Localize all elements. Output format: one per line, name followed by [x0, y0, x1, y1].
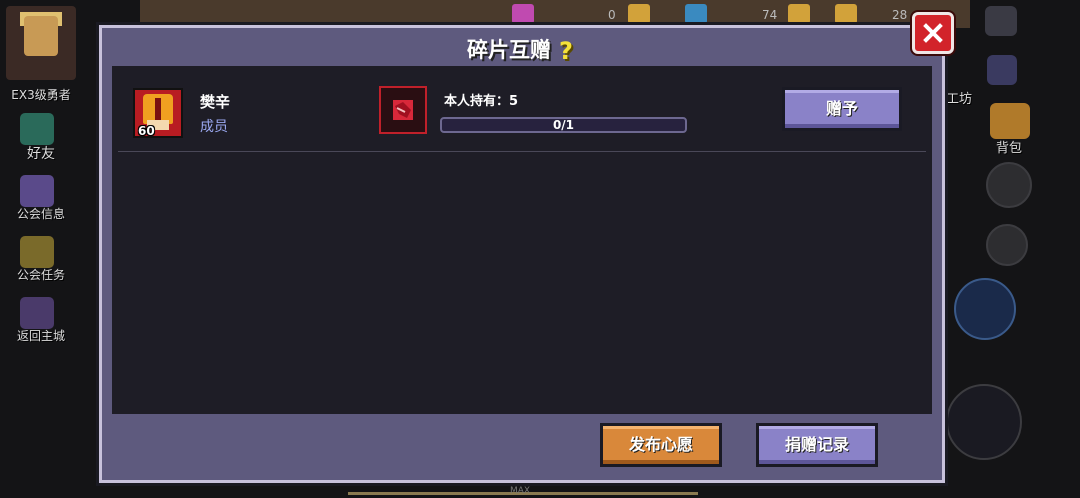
- owned-count: 本人持有：5: [444, 94, 519, 109]
- give-button[interactable]: 赠予: [782, 87, 902, 131]
- skull-icon[interactable]: [986, 224, 1028, 266]
- level-badge: 60: [138, 124, 155, 138]
- member-role: 成员: [200, 119, 228, 135]
- member-list: 60 樊辛 成员 本人持有：5 0/1 赠予: [112, 66, 932, 414]
- resource-count: 28: [892, 8, 908, 22]
- max-label: MAX: [510, 486, 531, 496]
- dialog-title-text: 碎片互赠: [467, 38, 551, 62]
- crystal-icon: [685, 4, 707, 24]
- right-sidebar: 去工坊 背包: [933, 0, 1080, 498]
- guild-info-icon[interactable]: [20, 175, 54, 207]
- player-title: EX3级勇者: [11, 88, 71, 102]
- publish-wish-button[interactable]: 发布心愿: [600, 423, 722, 467]
- friend-icon[interactable]: [20, 113, 54, 145]
- guild-task-icon[interactable]: [20, 236, 54, 268]
- list-item: 60 樊辛 成员 本人持有：5 0/1 赠予: [112, 66, 932, 151]
- backpack-label[interactable]: 背包: [996, 137, 1022, 156]
- resource-count: 74: [762, 8, 778, 22]
- dialog-title: 碎片互赠?: [102, 34, 942, 64]
- coin-icon: [835, 4, 857, 24]
- request-progress-bar: 0/1: [440, 117, 687, 133]
- coin-icon: [628, 4, 650, 24]
- fragment-shape: [393, 100, 413, 120]
- add-icon[interactable]: [986, 162, 1032, 208]
- row-divider: [118, 151, 926, 152]
- close-icon: [923, 23, 943, 43]
- progress-text: 0/1: [552, 118, 575, 132]
- grid-menu-icon[interactable]: [985, 6, 1017, 36]
- backpack-icon[interactable]: [990, 103, 1030, 139]
- return-city-label[interactable]: 返回主城: [0, 327, 82, 344]
- resource-count: 0: [608, 8, 616, 22]
- member-name: 樊辛: [200, 93, 231, 111]
- coin-icon: [788, 4, 810, 24]
- help-icon[interactable]: ?: [555, 39, 577, 63]
- chevron-right-icon[interactable]: [987, 55, 1017, 85]
- fragment-exchange-dialog: 碎片互赠? 60 樊辛 成员 本人持有：5 0/1 赠予: [99, 25, 945, 483]
- fragment-icon: [379, 86, 427, 134]
- crosshair-icon[interactable]: [954, 278, 1016, 340]
- top-resource-strip: 0 74 28: [140, 0, 970, 28]
- player-avatar[interactable]: [6, 6, 76, 80]
- left-sidebar: EX3级勇者 好友 公会信息 公会任务 返回主城: [0, 0, 82, 498]
- guild-task-label[interactable]: 公会任务: [0, 266, 82, 283]
- gem-icon: [512, 4, 534, 24]
- return-city-icon[interactable]: [20, 297, 54, 329]
- guild-info-label[interactable]: 公会信息: [0, 205, 82, 222]
- close-button[interactable]: [912, 12, 954, 54]
- member-avatar: 60: [133, 88, 183, 138]
- donation-record-button[interactable]: 捐赠记录: [756, 423, 878, 467]
- weapon-icon[interactable]: [946, 384, 1022, 460]
- friends-label[interactable]: 好友: [0, 143, 82, 163]
